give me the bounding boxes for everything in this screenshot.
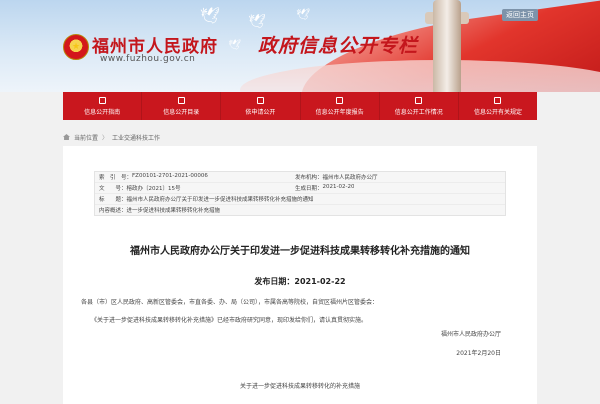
main-nav: 信息公开指南 信息公开目录 依申请公开 信息公开年度报告 信息公开工作情况 信息… bbox=[63, 92, 537, 120]
article-paragraph: 《关于进一步促进科技成果转移转化补充措施》已经市政府研究同意，现印发给你们，请认… bbox=[91, 317, 368, 324]
regulations-icon bbox=[494, 96, 502, 104]
nav-item-annual-report[interactable]: 信息公开年度报告 bbox=[301, 92, 380, 120]
meta-value: 福州市人民政府办公厅 bbox=[322, 175, 378, 181]
work-status-icon bbox=[415, 96, 423, 104]
meta-label: 索 引 号： bbox=[99, 175, 133, 181]
meta-created-date: 生成日期： 2021-02-20 bbox=[291, 184, 354, 192]
nav-item-label: 信息公开工作情况 bbox=[394, 108, 443, 116]
dove-icon: 🕊 bbox=[228, 40, 241, 51]
article-title: 福州市人民政府办公厅关于印发进一步促进科技成果转移转化补充措施的通知 bbox=[130, 246, 470, 257]
meta-value: FZ00101-2701-2021-00006 bbox=[132, 173, 208, 179]
article-issuer: 福州市人民政府办公厅 bbox=[440, 331, 501, 338]
back-home-button[interactable]: 返回主页 bbox=[502, 9, 538, 21]
nav-item-label: 依申请公开 bbox=[245, 108, 276, 116]
publish-date: 发布日期：2021-02-22 bbox=[254, 277, 346, 286]
meta-row: 内容概述： 进一步促进科技成果转移转化补充措施 bbox=[95, 205, 505, 215]
article-sign-date: 2021年2月20日 bbox=[456, 350, 501, 357]
nav-item-work-status[interactable]: 信息公开工作情况 bbox=[380, 92, 459, 120]
nav-item-regulations[interactable]: 信息公开有关规定 bbox=[459, 92, 537, 120]
meta-label: 发布机构： bbox=[295, 175, 323, 181]
nav-item-guide[interactable]: 信息公开指南 bbox=[63, 92, 143, 120]
breadcrumb-current[interactable]: 工业交通科技工作 bbox=[112, 133, 160, 142]
nav-item-label: 信息公开目录 bbox=[163, 108, 200, 116]
meta-row: 文 号： 榕政办〔2021〕15号 生成日期： 2021-02-20 bbox=[95, 183, 505, 194]
huabiao-pillar-decoration bbox=[433, 0, 461, 92]
meta-row: 标 题： 福州市人民政府办公厅关于印发进一步促进科技成果转移转化补充措施的通知 bbox=[95, 194, 505, 205]
nav-item-label: 信息公开指南 bbox=[84, 108, 121, 116]
meta-value: 2021-02-20 bbox=[322, 184, 355, 190]
meta-label: 文 号： bbox=[99, 186, 127, 192]
guide-icon bbox=[98, 96, 106, 104]
meta-label: 生成日期： bbox=[295, 186, 323, 192]
content-panel: 索 引 号： FZ00101-2701-2021-00006 发布机构： 福州市… bbox=[63, 146, 537, 404]
article-salutation: 各县（市）区人民政府、高新区管委会，市直各委、办、局（公司），市属各高等院校，自… bbox=[81, 299, 379, 306]
meta-label: 标 题： bbox=[99, 197, 127, 203]
dove-icon: 🕊 bbox=[296, 8, 310, 21]
ribbon-highlight-decoration bbox=[240, 60, 600, 92]
meta-index: 索 引 号： FZ00101-2701-2021-00006 bbox=[95, 173, 291, 181]
dove-icon: 🕊 bbox=[200, 6, 221, 25]
meta-value: 榕政办〔2021〕15号 bbox=[126, 186, 181, 192]
national-emblem-icon: ★ bbox=[63, 34, 89, 60]
attachment-title: 关于进一步促进科技成果转移转化的补充措施 bbox=[239, 383, 360, 390]
annual-report-icon bbox=[336, 96, 344, 104]
meta-summary: 内容概述： 进一步促进科技成果转移转化补充措施 bbox=[95, 206, 220, 214]
meta-publisher: 发布机构： 福州市人民政府办公厅 bbox=[291, 173, 378, 181]
nav-item-application[interactable]: 依申请公开 bbox=[221, 92, 301, 120]
meta-title: 标 题： 福州市人民政府办公厅关于印发进一步促进科技成果转移转化补充措施的通知 bbox=[95, 195, 314, 203]
document-meta-table: 索 引 号： FZ00101-2701-2021-00006 发布机构： 福州市… bbox=[94, 171, 506, 216]
dove-icon: 🕊 bbox=[248, 14, 266, 30]
home-icon bbox=[63, 134, 70, 140]
breadcrumb-separator: 〉 bbox=[102, 134, 109, 142]
nav-item-label: 信息公开年度报告 bbox=[315, 108, 364, 116]
header-banner: 🕊 🕊 🕊 🕊 ★ 福州市人民政府 www.fuzhou.gov.cn 政府信息… bbox=[0, 0, 600, 92]
nav-item-label: 信息公开有关规定 bbox=[473, 108, 522, 116]
site-url: www.fuzhou.gov.cn bbox=[100, 54, 196, 64]
nav-item-catalog[interactable]: 信息公开目录 bbox=[142, 92, 222, 120]
meta-value: 福州市人民政府办公厅关于印发进一步促进科技成果转移转化补充措施的通知 bbox=[126, 197, 314, 203]
meta-label: 内容概述： bbox=[99, 208, 127, 214]
meta-value: 进一步促进科技成果转移转化补充措施 bbox=[126, 208, 221, 214]
breadcrumb-home[interactable]: 当前位置 bbox=[74, 133, 98, 142]
application-icon bbox=[256, 96, 264, 104]
section-title: 政府信息公开专栏 bbox=[258, 35, 419, 57]
breadcrumb: 当前位置 〉 工业交通科技工作 bbox=[63, 130, 537, 144]
catalog-icon bbox=[177, 96, 185, 104]
meta-doc-number: 文 号： 榕政办〔2021〕15号 bbox=[95, 184, 291, 192]
meta-row: 索 引 号： FZ00101-2701-2021-00006 发布机构： 福州市… bbox=[95, 172, 505, 183]
